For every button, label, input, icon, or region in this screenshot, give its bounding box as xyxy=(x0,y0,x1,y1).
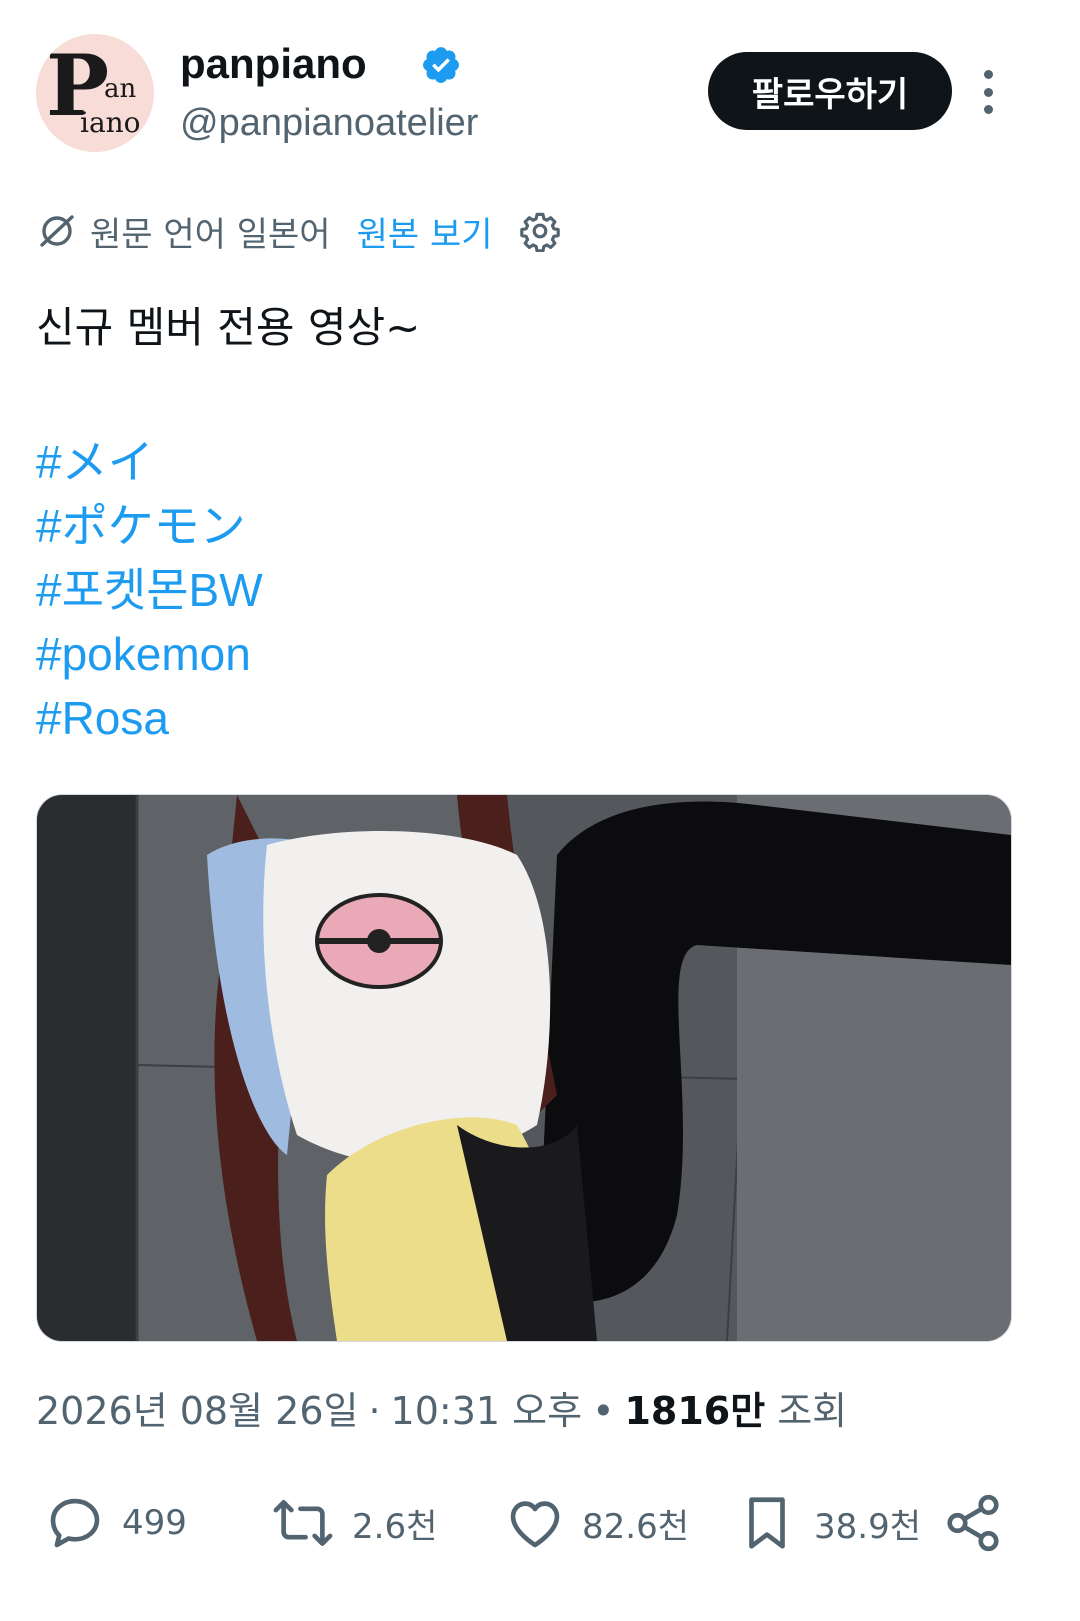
hashtag-link[interactable]: #ポケモン xyxy=(36,494,263,558)
share-button[interactable] xyxy=(942,1488,1004,1558)
show-original-link[interactable]: 원본 보기 xyxy=(357,207,493,256)
reply-count: 499 xyxy=(122,1503,187,1543)
repost-icon xyxy=(273,1500,333,1546)
translate-icon xyxy=(40,215,74,247)
tweet-header: P an iano panpiano @panpianoatelier 팔로우하… xyxy=(36,32,1044,152)
action-bar: 499 2.6천 82.6천 38.9천 xyxy=(36,1488,1044,1558)
user-handle[interactable]: @panpianoatelier xyxy=(180,102,478,145)
avatar-logo-an: an xyxy=(104,74,137,104)
hashtag-list: #メイ #ポケモン #포켓몬BW #pokemon #Rosa xyxy=(36,430,263,750)
repost-button[interactable]: 2.6천 xyxy=(270,1488,437,1558)
hashtag-link[interactable]: #メイ xyxy=(36,430,263,494)
reply-icon xyxy=(50,1498,100,1548)
tweet-text: 신규 멤버 전용 영상~ xyxy=(36,303,421,352)
avatar-logo-iano: iano xyxy=(80,106,141,139)
avatar[interactable]: P an iano xyxy=(36,34,154,152)
translation-bar: 원문 언어 일본어 원본 보기 xyxy=(36,206,561,256)
views-count: 1816만 xyxy=(624,1389,766,1433)
tweet-media[interactable] xyxy=(36,794,1012,1342)
gear-icon[interactable] xyxy=(519,210,561,252)
like-button[interactable]: 82.6천 xyxy=(504,1488,689,1558)
hashtag-link[interactable]: #Rosa xyxy=(36,686,263,750)
verified-badge-icon xyxy=(423,47,459,83)
original-language-note: 원문 언어 일본어 xyxy=(90,214,331,255)
hashtag-link[interactable]: #포켓몬BW xyxy=(36,558,263,622)
meta-separator: • xyxy=(592,1389,615,1433)
display-name[interactable]: panpiano xyxy=(180,40,367,88)
views-label: 조회 xyxy=(777,1389,848,1433)
bookmark-button[interactable]: 38.9천 xyxy=(736,1488,921,1558)
bookmark-icon xyxy=(749,1497,785,1549)
repost-count: 2.6천 xyxy=(352,1506,438,1547)
more-icon[interactable] xyxy=(976,70,1000,114)
tweet-date[interactable]: 2026년 08월 26일 xyxy=(36,1380,358,1435)
reply-button[interactable]: 499 xyxy=(44,1488,187,1558)
like-count: 82.6천 xyxy=(582,1506,689,1547)
share-icon xyxy=(947,1494,999,1552)
hashtag-link[interactable]: #pokemon xyxy=(36,622,263,686)
like-icon xyxy=(510,1501,560,1548)
bookmark-count: 38.9천 xyxy=(814,1506,921,1547)
media-photo xyxy=(37,795,1011,1341)
meta-separator: · xyxy=(368,1389,381,1433)
tweet-time[interactable]: 10:31 오후 xyxy=(391,1380,583,1435)
follow-button[interactable]: 팔로우하기 xyxy=(708,52,952,130)
tweet-meta: 2026년 08월 26일 · 10:31 오후 • 1816만 조회 xyxy=(36,1380,847,1435)
